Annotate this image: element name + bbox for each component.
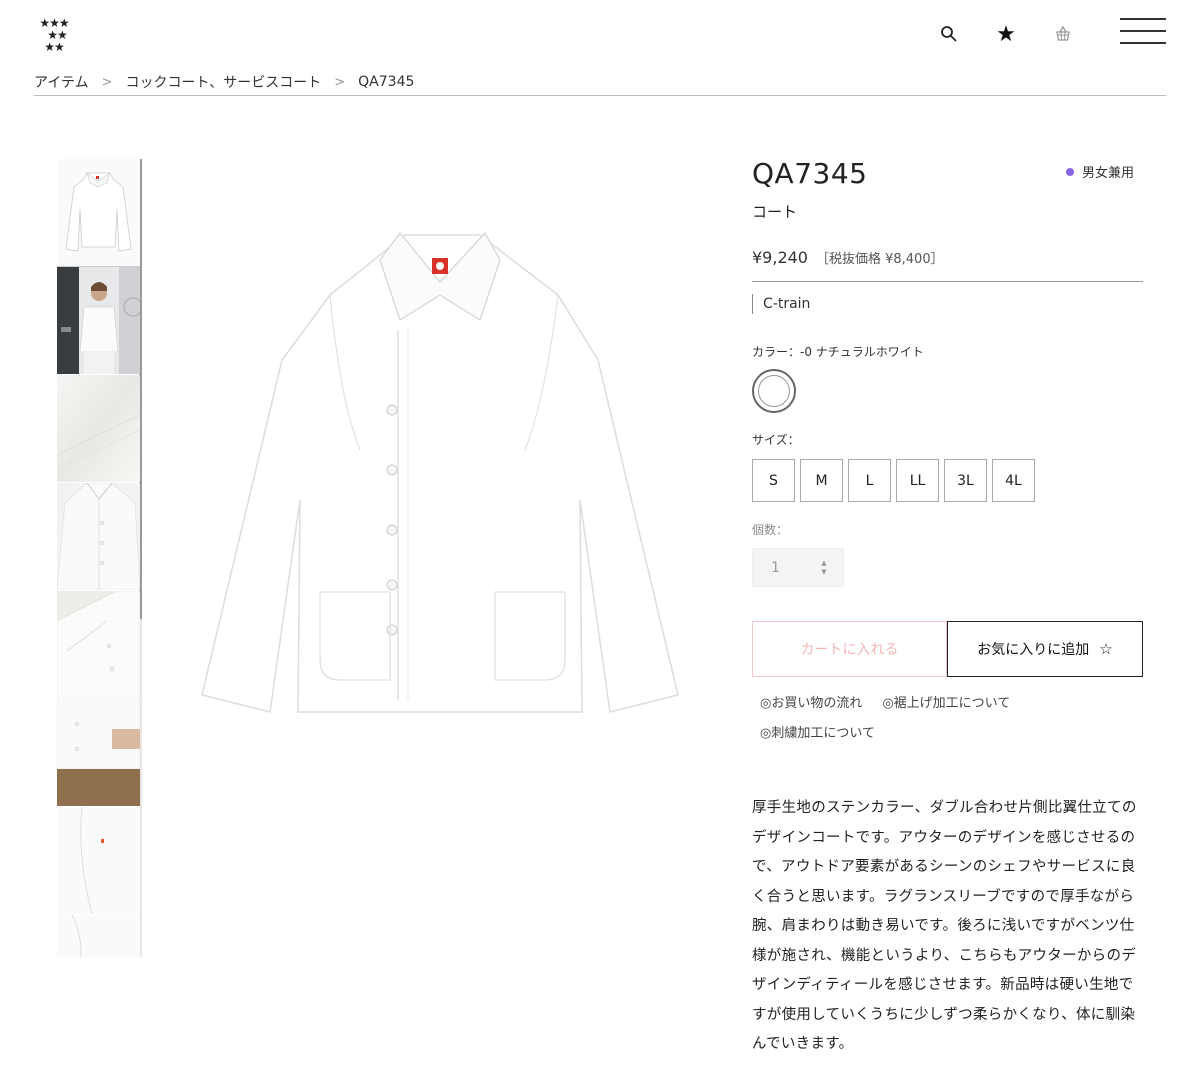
info-links: ◎お買い物の流れ ◎裾上げ加工について ◎刺繍加工について (760, 694, 1030, 754)
thumbnail-image[interactable] (57, 807, 140, 914)
breadcrumb-item-items[interactable]: アイテム (34, 72, 89, 92)
thumbnail-image[interactable] (57, 591, 140, 698)
info-divider (752, 281, 1143, 282)
header-divider (34, 95, 1166, 96)
breadcrumb: アイテム > コックコート、サービスコート > QA7345 (34, 72, 414, 92)
size-button-3l[interactable]: 3L (944, 459, 987, 502)
quantity-stepper[interactable]: 1 ▲ ▼ (752, 548, 844, 587)
product-page: ★★★ ★★ ★★ ★ アイテム > コックコート、サービスコート > QA73… (0, 0, 1200, 1071)
link-hemming[interactable]: ◎裾上げ加工について (882, 694, 1010, 713)
gender-label: 男女兼用 (1082, 166, 1135, 181)
quantity-value[interactable]: 1 (771, 560, 817, 576)
favorites-label: お気に入りに追加 (977, 642, 1090, 658)
thumbnail-image[interactable] (57, 483, 140, 590)
size-label: サイズ： (752, 433, 800, 447)
thumbnail-list (57, 159, 140, 957)
add-to-favorites-button[interactable]: お気に入りに追加 ☆ (947, 621, 1143, 677)
brand-name[interactable]: C-train (752, 294, 810, 314)
star-outline-icon: ☆ (1099, 640, 1113, 658)
thumbnail-image[interactable] (57, 267, 140, 374)
hamburger-icon[interactable] (1120, 18, 1166, 46)
logo-stars[interactable]: ★★★ ★★ ★★ (34, 17, 74, 57)
thumbnail-image[interactable] (57, 699, 140, 806)
search-icon[interactable] (936, 21, 962, 47)
size-options: S M L LL 3L 4L (752, 459, 1040, 502)
product-type: コート (752, 203, 798, 221)
add-to-cart-button[interactable]: カートに入れる (752, 621, 947, 677)
thumbnail-image[interactable] (57, 159, 140, 267)
link-shopping-flow[interactable]: ◎お買い物の流れ (760, 694, 862, 713)
price: ¥9,240 ［税抜価格 ¥8,400］ (752, 248, 944, 267)
breadcrumb-item-current: QA7345 (358, 74, 415, 90)
basket-icon[interactable] (1050, 21, 1076, 47)
gender-badge: 男女兼用 (1066, 162, 1134, 181)
color-label: カラー：-0 ナチュラルホワイト (752, 345, 924, 359)
size-button-s[interactable]: S (752, 459, 795, 502)
breadcrumb-separator: > (101, 74, 113, 90)
size-button-4l[interactable]: 4L (992, 459, 1035, 502)
link-embroidery[interactable]: ◎刺繍加工について (760, 724, 875, 743)
thumbnail-image[interactable] (57, 915, 140, 957)
breadcrumb-separator: > (334, 74, 346, 90)
size-button-l[interactable]: L (848, 459, 891, 502)
product-code: QA7345 (752, 157, 868, 190)
breadcrumb-item-category[interactable]: コックコート、サービスコート (126, 72, 322, 92)
gender-dot-icon (1066, 167, 1074, 176)
product-description: 厚手生地のステンカラー、ダブル合わせ片側比翼仕立てのデザインコートです。アウター… (752, 800, 1137, 1052)
price-value: ¥9,240 (752, 248, 808, 267)
stepper-arrows-icon[interactable]: ▲ ▼ (817, 559, 831, 577)
thumbnail-image[interactable] (57, 375, 140, 482)
quantity-label: 個数： (752, 523, 789, 537)
product-main-image[interactable] (180, 200, 700, 740)
star-icon[interactable]: ★ (993, 21, 1019, 47)
color-swatch-natural-white[interactable] (752, 369, 796, 413)
price-tax-excluded: ［税抜価格 ¥8,400］ (815, 252, 944, 267)
size-button-m[interactable]: M (800, 459, 843, 502)
size-button-ll[interactable]: LL (896, 459, 939, 502)
